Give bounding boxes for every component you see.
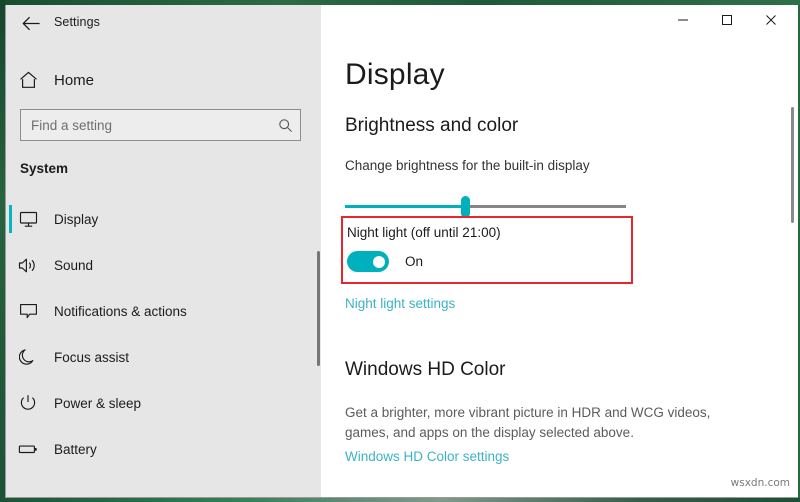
- night-light-toggle[interactable]: [347, 251, 389, 272]
- night-light-label: Night light (off until 21:00): [347, 225, 501, 240]
- back-arrow-icon: [22, 16, 41, 31]
- search-icon[interactable]: [270, 118, 300, 133]
- sidebar-item-notifications-actions[interactable]: Notifications & actions: [6, 288, 321, 334]
- moon-icon: [6, 348, 50, 366]
- sidebar-item-display[interactable]: Display: [6, 196, 321, 242]
- windows-hd-color-description: Get a brighter, more vibrant picture in …: [345, 403, 745, 443]
- night-light-toggle-state: On: [405, 254, 423, 269]
- selection-indicator: [9, 205, 12, 233]
- monitor-icon: [6, 211, 50, 228]
- night-light-settings-link[interactable]: Night light settings: [345, 296, 455, 311]
- sidebar-section-title: System: [20, 161, 68, 176]
- battery-icon: [6, 442, 50, 456]
- close-icon: [765, 13, 777, 31]
- sidebar-item-label: Notifications & actions: [54, 304, 187, 319]
- sidebar-item-label: Display: [54, 212, 98, 227]
- notification-icon: [6, 303, 50, 320]
- sidebar-scrollbar-thumb[interactable]: [317, 251, 320, 366]
- slider-remaining-track: [466, 205, 626, 208]
- back-button[interactable]: [16, 9, 46, 37]
- sidebar: Home System: [6, 41, 321, 497]
- sidebar-nav-list: Display Sound: [6, 196, 321, 472]
- brightness-and-color-heading: Brightness and color: [345, 115, 518, 137]
- power-icon: [6, 394, 50, 412]
- page-title: Display: [345, 58, 445, 92]
- sidebar-item-battery[interactable]: Battery: [6, 426, 321, 472]
- brightness-slider[interactable]: [345, 196, 626, 218]
- minimize-icon: [677, 13, 689, 31]
- home-label: Home: [54, 72, 94, 89]
- window-title: Settings: [54, 15, 100, 29]
- search-box[interactable]: [20, 109, 301, 141]
- sidebar-item-label: Sound: [54, 258, 93, 273]
- night-light-toggle-row[interactable]: On: [347, 251, 423, 272]
- minimize-button[interactable]: [661, 5, 705, 38]
- speaker-icon: [6, 257, 50, 274]
- sidebar-item-power-sleep[interactable]: Power & sleep: [6, 380, 321, 426]
- watermark: wsxdn.com: [731, 477, 790, 489]
- screen: Settings: [0, 0, 800, 502]
- sidebar-item-sound[interactable]: Sound: [6, 242, 321, 288]
- close-button[interactable]: [749, 5, 793, 38]
- slider-thumb[interactable]: [461, 196, 470, 218]
- sidebar-item-focus-assist[interactable]: Focus assist: [6, 334, 321, 380]
- sidebar-item-home[interactable]: Home: [6, 63, 321, 97]
- content-scrollbar-thumb[interactable]: [791, 107, 794, 223]
- slider-filled-track: [345, 205, 466, 208]
- search-input[interactable]: [21, 118, 270, 133]
- sidebar-item-label: Battery: [54, 442, 97, 457]
- desktop-backdrop-bottom: [0, 498, 800, 502]
- maximize-icon: [721, 13, 733, 31]
- sidebar-item-label: Power & sleep: [54, 396, 141, 411]
- home-icon: [6, 71, 50, 89]
- title-bar: Settings: [6, 5, 798, 41]
- windows-hd-color-settings-link[interactable]: Windows HD Color settings: [345, 449, 509, 464]
- windows-hd-color-heading: Windows HD Color: [345, 359, 505, 381]
- sidebar-item-label: Focus assist: [54, 350, 129, 365]
- toggle-knob: [373, 256, 385, 268]
- main-content: Display Brightness and color Change brig…: [321, 41, 798, 497]
- maximize-button[interactable]: [705, 5, 749, 38]
- settings-window: Settings: [5, 5, 798, 498]
- brightness-slider-label: Change brightness for the built-in displ…: [345, 158, 590, 173]
